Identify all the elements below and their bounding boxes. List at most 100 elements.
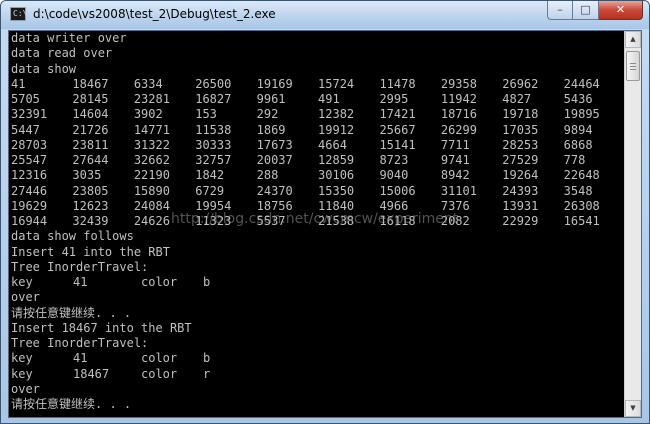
console-line: Tree InorderTravel: bbox=[11, 336, 149, 350]
data-row: 27446 23805 15890 6729 24370 15350 15006 31101 2… bbox=[9, 184, 625, 199]
key-label: key bbox=[11, 275, 33, 289]
grip-line bbox=[630, 69, 636, 70]
color-value: b bbox=[203, 351, 211, 366]
data-cell: 4827 bbox=[502, 92, 532, 106]
title-bar[interactable]: C:\ d:\code\vs2008\test_2\Debug\test_2.e… bbox=[1, 1, 649, 29]
data-cell: 31101 bbox=[440, 183, 477, 198]
data-cell: 16541 bbox=[563, 214, 600, 228]
data-cell: 27529 bbox=[502, 153, 539, 167]
data-cell: 19264 bbox=[502, 168, 539, 183]
continue-prompt: 请按任意键继续. . . bbox=[11, 305, 132, 320]
data-cell: 18716 bbox=[440, 107, 477, 122]
data-cell: 3035 bbox=[72, 168, 102, 183]
key-label: key bbox=[11, 366, 33, 381]
console-client-area[interactable]: data writer over data read over data sho… bbox=[8, 30, 642, 418]
data-cell: 19954 bbox=[195, 198, 232, 213]
data-cell: 19629 bbox=[11, 198, 48, 213]
data-cell: 26500 bbox=[195, 76, 232, 91]
data-cell: 19895 bbox=[563, 107, 600, 122]
data-cell: 6334 bbox=[133, 76, 163, 91]
data-cell: 7376 bbox=[440, 198, 470, 213]
window-title: d:\code\vs2008\test_2\Debug\test_2.exe bbox=[33, 7, 276, 21]
data-cell: 21538 bbox=[318, 214, 355, 228]
data-cell: 153 bbox=[195, 107, 217, 122]
minimize-button[interactable]: – bbox=[547, 1, 573, 20]
data-cell: 23805 bbox=[72, 183, 109, 198]
key-color-row: key 41 color b bbox=[9, 275, 625, 290]
data-cell: 19718 bbox=[502, 107, 539, 122]
data-cell: 7711 bbox=[440, 137, 470, 152]
console-line: Insert 18467 into the RBT bbox=[11, 320, 192, 335]
data-cell: 16827 bbox=[195, 92, 232, 106]
data-cell: 5537 bbox=[256, 214, 286, 228]
data-cell: 2995 bbox=[379, 92, 409, 106]
data-cell: 20037 bbox=[256, 153, 293, 167]
data-cell: 31322 bbox=[133, 137, 170, 152]
data-cell: 6729 bbox=[195, 183, 225, 198]
data-row: 28703 23811 31322 30333 17673 4664 15141 7711 28… bbox=[9, 138, 625, 153]
vertical-scrollbar[interactable]: ▲ ▼ bbox=[624, 31, 641, 417]
data-cell: 26299 bbox=[440, 122, 477, 137]
data-cell: 26308 bbox=[563, 198, 600, 213]
continue-prompt: 请按任意键继续. . . bbox=[11, 397, 132, 411]
data-cell: 24393 bbox=[502, 183, 539, 198]
data-cell: 17421 bbox=[379, 107, 416, 122]
data-cell: 17673 bbox=[256, 137, 293, 152]
grip-line bbox=[630, 66, 636, 67]
data-cell: 9040 bbox=[379, 168, 409, 183]
data-cell: 15141 bbox=[379, 137, 416, 152]
color-label: color bbox=[141, 275, 178, 289]
data-cell: 6868 bbox=[563, 137, 593, 152]
data-cell: 18756 bbox=[256, 198, 293, 213]
scrollbar-thumb[interactable] bbox=[626, 51, 640, 81]
data-cell: 28703 bbox=[11, 137, 48, 152]
scroll-down-arrow-icon[interactable]: ▼ bbox=[625, 400, 641, 417]
data-cell: 11478 bbox=[379, 76, 416, 91]
data-cell: 12316 bbox=[11, 168, 48, 183]
console-line: Insert 41 into the RBT bbox=[11, 244, 170, 259]
console-line: over bbox=[11, 381, 40, 396]
data-row: 16944 32439 24626 11323 5537 21538 16118 2082 22… bbox=[9, 214, 625, 229]
data-cell: 5447 bbox=[11, 122, 40, 137]
console-line: data show follows bbox=[11, 229, 134, 244]
data-cell: 2082 bbox=[440, 214, 470, 228]
data-cell: 15724 bbox=[318, 76, 355, 91]
data-cell: 22190 bbox=[133, 168, 170, 183]
data-row: 25547 27644 32662 32757 20037 12859 8723 9741 27… bbox=[9, 153, 625, 168]
data-cell: 24084 bbox=[133, 198, 170, 213]
data-cell: 27644 bbox=[72, 153, 109, 167]
data-cell: 9741 bbox=[440, 153, 470, 167]
data-cell: 5705 bbox=[11, 92, 40, 106]
data-cell: 32757 bbox=[195, 153, 232, 167]
data-cell: 11942 bbox=[440, 92, 477, 106]
data-cell: 3548 bbox=[563, 183, 593, 198]
data-cell: 25667 bbox=[379, 122, 416, 137]
console-output: data writer over data read over data sho… bbox=[9, 31, 625, 417]
maximize-button[interactable]: □ bbox=[573, 1, 599, 20]
key-value: 41 bbox=[73, 275, 88, 289]
console-line: data read over bbox=[11, 46, 113, 61]
close-button[interactable]: ✕ bbox=[599, 1, 643, 20]
data-cell: 5436 bbox=[563, 92, 593, 106]
data-cell: 1842 bbox=[195, 168, 225, 183]
key-color-row: key 41 color b bbox=[9, 351, 625, 366]
data-cell: 15890 bbox=[133, 183, 170, 198]
data-cell: 288 bbox=[256, 168, 279, 183]
data-row: 5447 21726 14771 11538 1869 19912 25667 26299 17… bbox=[9, 123, 625, 138]
data-cell: 24370 bbox=[256, 183, 293, 198]
key-color-row: key 18467 color r bbox=[9, 367, 625, 382]
console-line: data writer over bbox=[11, 31, 127, 45]
data-cell: 491 bbox=[318, 92, 340, 106]
data-cell: 13931 bbox=[502, 198, 539, 213]
data-cell: 19169 bbox=[256, 76, 293, 91]
data-cell: 32391 bbox=[11, 107, 48, 122]
console-app-icon[interactable]: C:\ bbox=[10, 7, 27, 21]
data-cell: 3902 bbox=[133, 107, 163, 122]
data-cell: 15350 bbox=[318, 183, 355, 198]
grip-line bbox=[630, 63, 636, 64]
data-cell: 21726 bbox=[72, 122, 109, 137]
scroll-up-arrow-icon[interactable]: ▲ bbox=[625, 31, 641, 48]
color-label: color bbox=[141, 351, 178, 366]
data-cell: 15006 bbox=[379, 183, 416, 198]
caption-buttons: – □ ✕ bbox=[547, 1, 643, 21]
